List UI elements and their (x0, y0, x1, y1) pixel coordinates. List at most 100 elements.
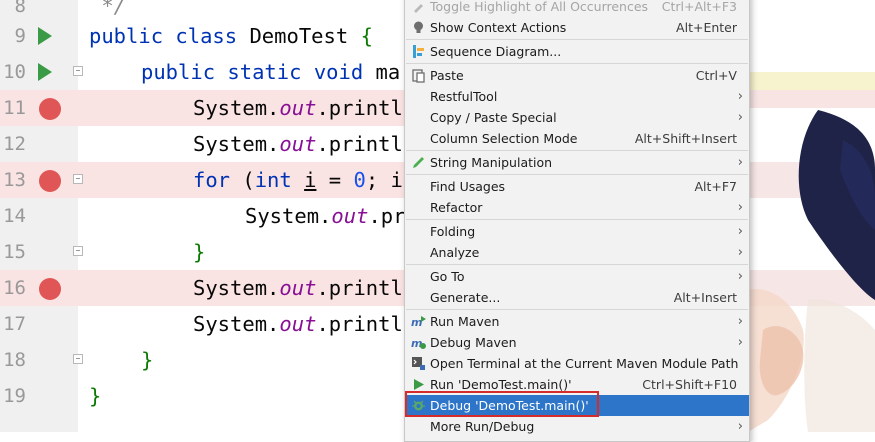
paste-icon (412, 69, 425, 83)
terminal-icon (412, 357, 425, 370)
menu-item-label: More Run/Debug (430, 419, 535, 434)
line-number: 13 (3, 169, 26, 191)
out-field: out (279, 96, 317, 120)
menu-item-label: Folding (430, 224, 476, 239)
menu-item-debug-maven[interactable]: m Debug Maven › (405, 332, 749, 353)
close-brace: } (193, 240, 206, 264)
keyword-int: int (254, 168, 292, 192)
line-number: 14 (3, 205, 26, 227)
highlight-icon (414, 4, 423, 13)
menu-item-label: String Manipulation (430, 155, 553, 170)
method-name-fragment: ma (375, 60, 401, 84)
menu-item-label: Toggle Highlight of All Occurrences (430, 0, 649, 14)
line-number: 10 (3, 61, 26, 83)
submenu-arrow-icon: › (737, 269, 743, 284)
open-brace: { (360, 24, 373, 48)
line-number: 18 (3, 349, 26, 371)
menu-item-shortcut: Ctrl+V (695, 68, 737, 83)
submenu-arrow-icon: › (737, 155, 743, 170)
fold-icon[interactable] (73, 246, 83, 256)
menu-item-label: Go To (430, 269, 465, 284)
fold-icon[interactable] (73, 174, 83, 184)
out-field: out (331, 204, 369, 228)
maven-run-icon: m (411, 316, 426, 329)
submenu-arrow-icon: › (737, 335, 743, 350)
keyword-public: public (89, 24, 164, 48)
menu-item-show-context-actions[interactable]: Show Context Actions Alt+Enter (405, 17, 749, 38)
menu-item-label: Analyze (430, 245, 480, 260)
run-gutter-icon[interactable] (38, 63, 52, 81)
breakpoint-icon[interactable] (39, 170, 61, 192)
menu-item-copy-paste-special[interactable]: Copy / Paste Special › (405, 107, 749, 128)
menu-item-label: RestfulTool (430, 89, 498, 104)
menu-item-run-maven[interactable]: m Run Maven › (405, 311, 749, 332)
menu-item-label: Sequence Diagram... (430, 44, 562, 59)
menu-item-label: Generate... (430, 290, 501, 305)
system-ref: System. (193, 276, 280, 300)
menu-item-label: Find Usages (430, 179, 506, 194)
menu-separator (406, 219, 748, 220)
menu-item-more-run-debug[interactable]: More Run/Debug › (405, 416, 749, 437)
menu-item-label: Open Terminal at the Current Maven Modul… (430, 356, 739, 371)
fold-icon[interactable] (73, 354, 83, 364)
method-fragment: .printl (316, 312, 403, 336)
submenu-arrow-icon: › (737, 200, 743, 215)
breakpoint-icon[interactable] (39, 278, 61, 300)
menu-item-label: Show Context Actions (430, 20, 567, 35)
sequence-diagram-icon (413, 45, 424, 58)
menu-item-refactor[interactable]: Refactor › (405, 197, 749, 218)
maven-debug-icon: m (411, 337, 426, 350)
code-text: System.out.printl (193, 306, 403, 342)
line-number: 12 (3, 133, 26, 155)
menu-item-restfultool[interactable]: RestfulTool › (405, 86, 749, 107)
submenu-arrow-icon: › (737, 419, 743, 434)
line-number: 16 (3, 277, 26, 299)
background-photo (748, 0, 875, 432)
keyword-for: for (193, 168, 231, 192)
menu-item-generate[interactable]: Generate... Alt+Insert (405, 287, 749, 308)
menu-item-label: Paste (430, 68, 464, 83)
svg-text:m: m (411, 337, 422, 350)
keyword-public: public (141, 60, 216, 84)
menu-item-toggle-highlight[interactable]: Toggle Highlight of All Occurrences Ctrl… (405, 0, 749, 17)
menu-item-sequence-diagram[interactable]: Sequence Diagram... (405, 41, 749, 62)
code-fragment: ; i (365, 168, 403, 192)
keyword-void: void (313, 60, 364, 84)
menu-item-string-manipulation[interactable]: String Manipulation › (405, 152, 749, 173)
menu-item-analyze[interactable]: Analyze › (405, 242, 749, 263)
menu-separator (406, 174, 748, 175)
menu-item-open-terminal[interactable]: Open Terminal at the Current Maven Modul… (405, 353, 749, 374)
menu-item-label: Run Maven (430, 314, 500, 329)
highlight-annotation-box (405, 391, 599, 417)
method-fragment: .pr (368, 204, 406, 228)
method-fragment: .printl (316, 132, 403, 156)
code-text: for (int i = 0; i (193, 162, 403, 198)
menu-item-go-to[interactable]: Go To › (405, 266, 749, 287)
operator-eq: = (316, 168, 354, 192)
system-ref: System. (193, 132, 280, 156)
line-number: 19 (3, 385, 26, 407)
menu-item-find-usages[interactable]: Find Usages Alt+F7 (405, 176, 749, 197)
svg-text:m: m (411, 316, 422, 329)
menu-separator (406, 264, 748, 265)
menu-item-shortcut: Alt+Shift+Insert (634, 131, 737, 146)
submenu-arrow-icon: › (737, 110, 743, 125)
run-gutter-icon[interactable] (38, 27, 52, 45)
fold-icon[interactable] (73, 66, 83, 76)
menu-separator (406, 150, 748, 151)
variable-i: i (304, 168, 317, 192)
menu-item-column-selection-mode[interactable]: Column Selection Mode Alt+Shift+Insert (405, 128, 749, 149)
menu-separator (406, 39, 748, 40)
breakpoint-icon[interactable] (39, 98, 61, 120)
menu-item-paste[interactable]: Paste Ctrl+V (405, 65, 749, 86)
bulb-icon (414, 21, 423, 33)
keyword-class: class (175, 24, 238, 48)
menu-separator (406, 309, 748, 310)
menu-item-shortcut: Alt+Enter (676, 20, 737, 35)
code-text: System.out.printl (193, 270, 403, 306)
out-field: out (279, 276, 317, 300)
pencil-icon (413, 157, 424, 168)
code-text: public class DemoTest { (89, 18, 373, 54)
number-literal: 0 (353, 168, 366, 192)
menu-item-folding[interactable]: Folding › (405, 221, 749, 242)
